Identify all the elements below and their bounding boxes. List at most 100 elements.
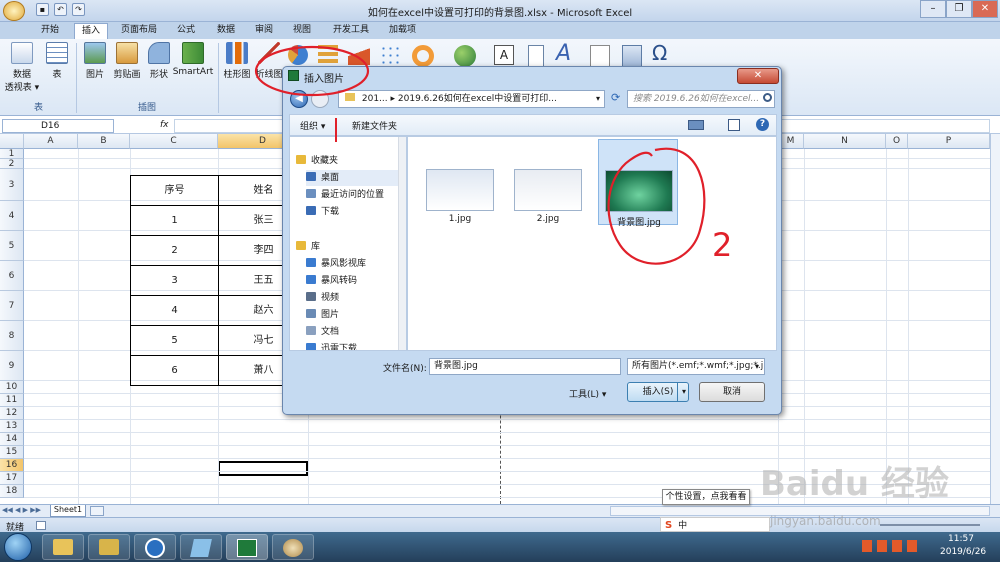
line-chart-button[interactable]: 折线图 [254,42,284,80]
tab-formulas[interactable]: 公式 [170,23,202,39]
nav-item[interactable]: 收藏夹 [296,153,338,169]
tools-menu[interactable]: 工具(L) ▾ [569,387,606,400]
file-item[interactable]: 2.jpg [508,139,588,225]
scatter-chart-icon[interactable] [380,45,400,65]
vertical-scrollbar[interactable] [990,134,1000,504]
column-header-n[interactable]: N [804,134,886,149]
hyperlink-icon[interactable] [454,45,476,67]
new-folder-button[interactable]: 新建文件夹 [352,119,397,132]
area-chart-icon[interactable] [348,45,370,65]
table-header-cell[interactable]: 序号 [130,175,219,206]
row-header-16[interactable]: 16 [0,459,24,472]
taskbar-app-explorer[interactable] [88,534,130,560]
sheet-nav-arrows[interactable]: ◀◀ ◀ ▶ ▶▶ [2,506,48,516]
nav-item[interactable]: 桌面 [306,170,398,186]
taskbar-app-paint[interactable] [272,534,314,560]
column-header-c[interactable]: C [130,134,218,149]
tab-data[interactable]: 数据 [210,23,242,39]
taskbar-app-sogou[interactable] [134,534,176,560]
insert-dropdown-icon[interactable]: ▾ [677,383,690,401]
object-icon[interactable] [622,45,642,67]
row-header-4[interactable]: 4 [0,201,24,231]
tab-review[interactable]: 审阅 [248,23,280,39]
row-header-5[interactable]: 5 [0,231,24,261]
taskbar-app-excel[interactable] [226,534,268,560]
preview-pane-icon[interactable] [728,119,740,131]
organize-button[interactable]: 组织 ▾ [300,119,325,132]
zoom-slider[interactable] [880,524,980,526]
taskbar-app-folder[interactable] [42,534,84,560]
address-dropdown-icon[interactable]: ▾ [596,94,600,103]
row-header-15[interactable]: 15 [0,446,24,459]
maximize-button[interactable]: ❐ [946,0,972,18]
address-part-1[interactable]: 201... [362,94,388,104]
filetype-dropdown-icon[interactable]: ▾ [755,362,759,371]
other-charts-icon[interactable] [412,45,434,67]
nav-item[interactable]: 暴风影视库 [306,256,366,272]
ime-toolbar[interactable]: S 中 [660,517,770,532]
nav-item[interactable]: 迅雷下载 [306,341,357,350]
sheet-tab-sheet1[interactable]: Sheet1 [50,505,86,517]
refresh-icon[interactable]: ⟳ [611,91,620,104]
tab-home[interactable]: 开始 [34,23,66,39]
table-button[interactable]: 表 [44,42,70,80]
table-cell[interactable]: 1 [130,205,219,236]
nav-item[interactable]: 最近访问的位置 [306,187,384,203]
view-options-icon[interactable] [688,120,704,130]
dialog-search-input[interactable]: 搜索 2019.6.26如何在excel... [627,90,775,108]
nav-item[interactable]: 视频 [306,290,339,306]
table-cell[interactable]: 4 [130,295,219,326]
table-cell[interactable]: 3 [130,265,219,296]
header-footer-icon[interactable] [528,45,544,67]
shapes-button[interactable]: 形状 [146,42,172,80]
close-button[interactable]: ✕ [972,0,998,18]
tab-page-layout[interactable]: 页面布局 [114,23,164,39]
cancel-button[interactable]: 取消 [699,382,765,402]
name-box[interactable]: D16 [2,119,114,133]
tray-icons[interactable] [862,540,922,552]
column-header-a[interactable]: A [24,134,78,149]
filename-input[interactable]: 背景图.jpg [429,358,621,375]
textbox-icon[interactable]: A [494,45,514,65]
file-item[interactable]: 背景图.jpg [598,139,678,228]
symbol-icon[interactable]: Ω [652,41,667,65]
column-chart-button[interactable]: 柱形图 [222,42,252,80]
fx-icon[interactable]: fx [160,120,169,130]
search-icon[interactable] [763,93,772,102]
tab-addins[interactable]: 加载项 [382,23,423,39]
row-header-12[interactable]: 12 [0,407,24,420]
column-header-b[interactable]: B [78,134,130,149]
row-header-3[interactable]: 3 [0,169,24,201]
clipart-button[interactable]: 剪贴画 [110,42,144,80]
nav-item[interactable]: 文档 [306,324,339,340]
row-header-6[interactable]: 6 [0,261,24,291]
back-button[interactable]: ◀ [290,90,308,108]
macro-record-icon[interactable] [36,521,46,530]
row-header-14[interactable]: 14 [0,433,24,446]
tab-view[interactable]: 视图 [286,23,318,39]
file-item[interactable]: 1.jpg [420,139,500,225]
nav-item[interactable]: 暴风转码 [306,273,357,289]
table-cell[interactable]: 2 [130,235,219,266]
row-header-9[interactable]: 9 [0,351,24,381]
row-header-13[interactable]: 13 [0,420,24,433]
minimize-button[interactable]: – [920,0,946,18]
picture-button[interactable]: 图片 [82,42,108,80]
dialog-close-button[interactable]: ✕ [737,68,779,84]
column-header-o[interactable]: O [886,134,908,149]
active-cell-d16[interactable] [218,461,308,476]
row-header-2[interactable]: 2 [0,159,24,169]
row-header-10[interactable]: 10 [0,381,24,394]
signature-line-icon[interactable] [590,45,610,67]
row-header-8[interactable]: 8 [0,321,24,351]
help-icon[interactable]: ? [756,118,769,131]
forward-button[interactable] [311,90,329,108]
nav-item[interactable]: 库 [296,239,320,255]
wordart-icon[interactable]: A [556,41,571,66]
pivot-table-button[interactable]: 数据 透视表 ▾ [4,42,40,93]
filetype-select[interactable]: 所有图片(*.emf;*.wmf;*.jpg;*.jpe [627,358,765,375]
bar-chart-icon[interactable] [318,45,338,65]
nav-item[interactable]: 下载 [306,204,339,220]
address-bar[interactable]: 201... ▸ 2019.6.26如何在excel中设置可打印... [338,90,605,108]
row-header-7[interactable]: 7 [0,291,24,321]
